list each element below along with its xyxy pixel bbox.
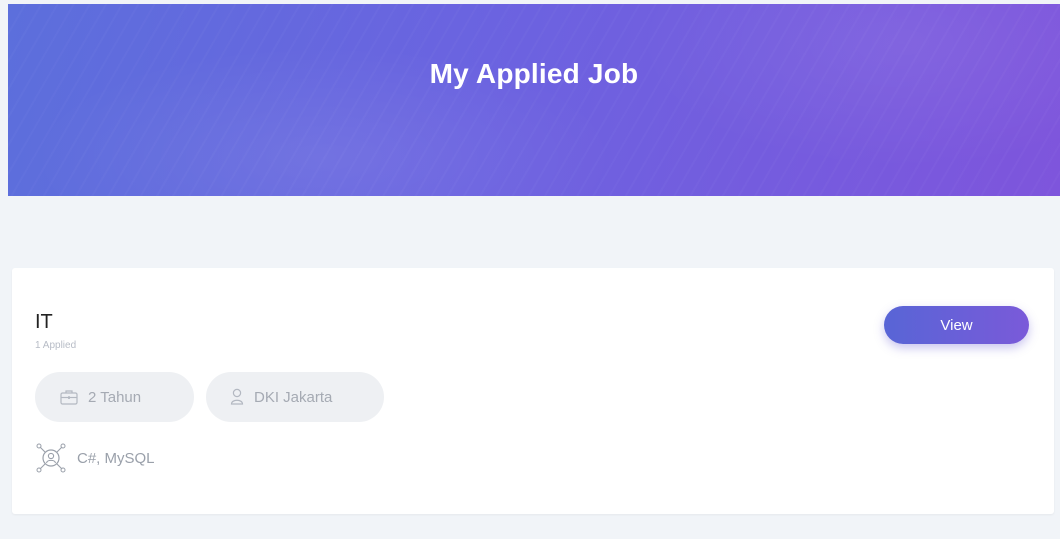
user-location-icon — [230, 388, 244, 406]
skills-label: C#, MySQL — [77, 449, 155, 467]
job-title: IT — [35, 311, 53, 333]
job-card: IT 1 Applied View 2 Tahun DKI Jakarta C#… — [12, 268, 1054, 514]
page: My Applied Job IT 1 Applied View 2 Tahun — [0, 0, 1060, 539]
experience-label: 2 Tahun — [88, 388, 142, 406]
experience-tag: 2 Tahun — [35, 372, 194, 422]
view-button[interactable]: View — [884, 306, 1029, 344]
skills-network-icon — [35, 442, 67, 474]
applied-count: 1 Applied — [35, 340, 77, 351]
location-label: DKI Jakarta — [254, 388, 333, 406]
location-tag: DKI Jakarta — [206, 372, 384, 422]
skills-row: C#, MySQL — [35, 442, 155, 474]
header-banner: My Applied Job — [8, 4, 1060, 196]
page-title: My Applied Job — [429, 58, 639, 89]
briefcase-icon — [60, 389, 78, 405]
